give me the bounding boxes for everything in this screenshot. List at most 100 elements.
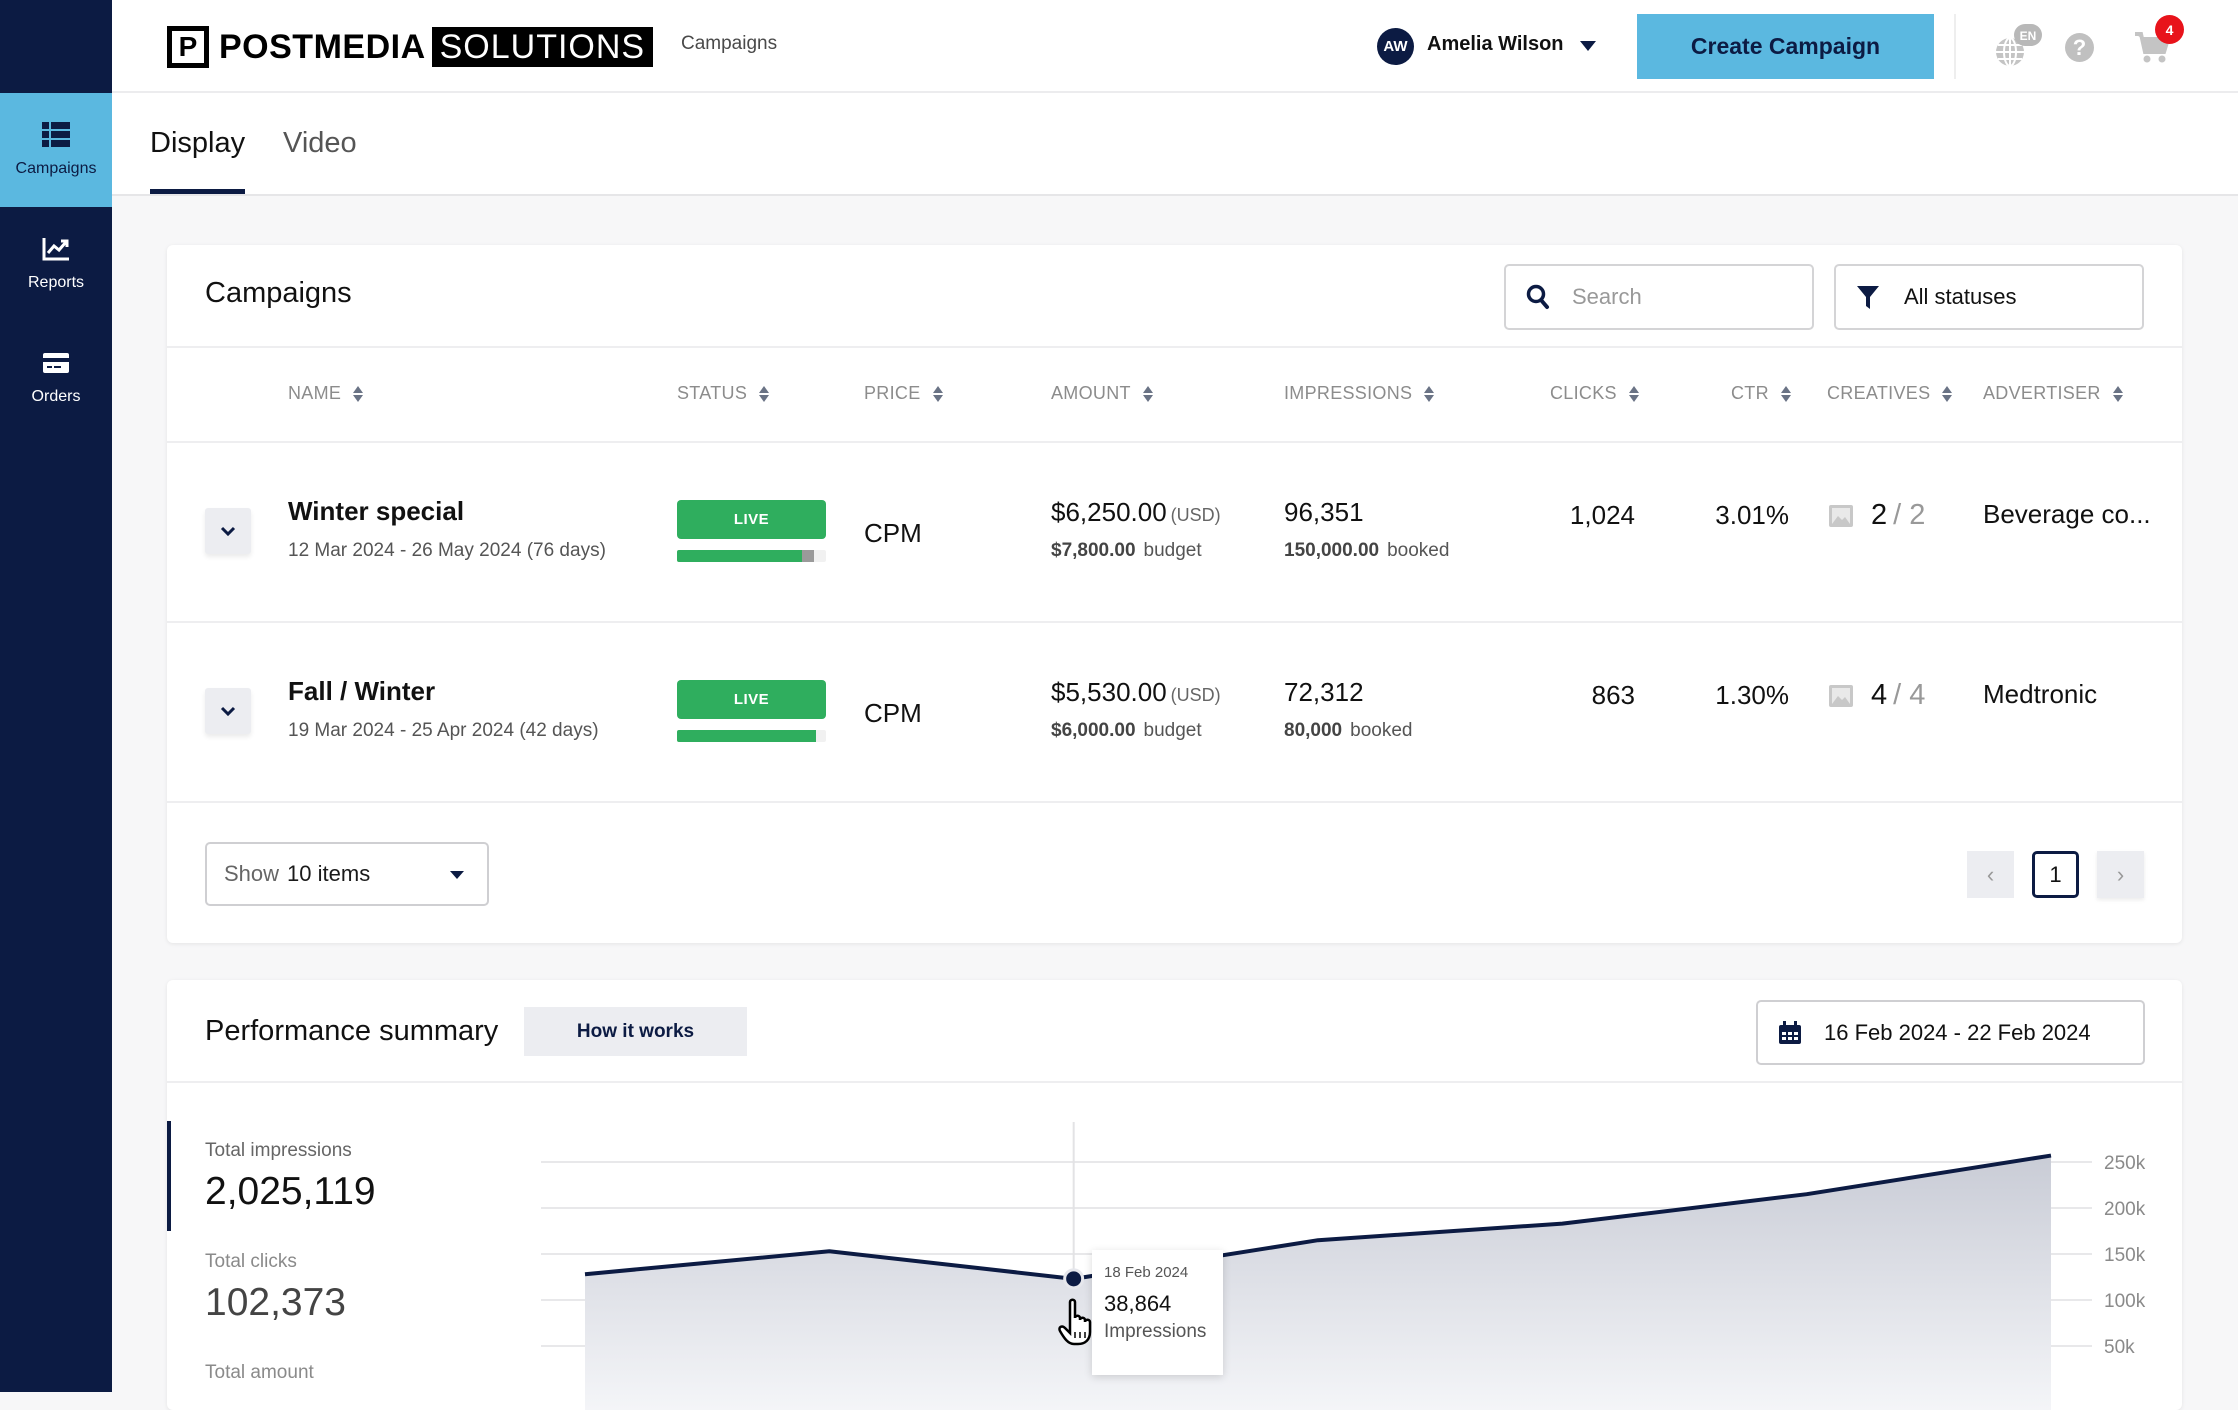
column-header-creatives[interactable]: CREATIVES bbox=[1827, 383, 1953, 404]
tab-video[interactable]: Video bbox=[283, 127, 357, 160]
logo-mark-icon: P bbox=[167, 26, 209, 68]
creatives-active: 4 bbox=[1871, 679, 1888, 711]
column-header-advertiser[interactable]: ADVERTISER bbox=[1983, 383, 2123, 404]
chart-line-icon bbox=[42, 238, 69, 261]
expand-row-button[interactable] bbox=[205, 688, 251, 734]
column-label: CTR bbox=[1731, 383, 1769, 403]
creatives: 2 / 2 bbox=[1829, 499, 1925, 532]
status-filter-dropdown[interactable]: All statuses bbox=[1834, 264, 2144, 330]
y-tick-label: 50k bbox=[2104, 1337, 2135, 1358]
sidebar-item-reports[interactable]: Reports bbox=[0, 207, 112, 321]
budget-label: budget bbox=[1143, 540, 1202, 561]
cart-count-badge: 4 bbox=[2155, 15, 2184, 44]
chart-tooltip: 18 Feb 2024 38,864 Impressions bbox=[1092, 1250, 1223, 1375]
budget-value: $7,800.00 bbox=[1051, 540, 1136, 561]
amount: $6,250.00 (USD) bbox=[1051, 497, 1221, 528]
column-header-amount[interactable]: AMOUNT bbox=[1051, 383, 1153, 404]
metric-label-impressions[interactable]: Total impressions bbox=[205, 1140, 352, 1162]
table-row[interactable]: Fall / Winter 19 Mar 2024 - 25 Apr 2024 … bbox=[167, 622, 2182, 802]
impressions: 72,312 bbox=[1284, 677, 1364, 707]
progress-fill bbox=[677, 730, 816, 742]
tooltip-date: 18 Feb 2024 bbox=[1104, 1264, 1189, 1281]
expand-row-button[interactable] bbox=[205, 508, 251, 554]
divider bbox=[167, 346, 2182, 348]
sort-icon bbox=[1628, 385, 1639, 403]
column-header-impressions[interactable]: IMPRESSIONS bbox=[1284, 383, 1435, 404]
currency: (USD) bbox=[1170, 505, 1221, 525]
table-row[interactable]: Winter special 12 Mar 2024 - 26 May 2024… bbox=[167, 442, 2182, 622]
sidebar-item-orders[interactable]: Orders bbox=[0, 321, 112, 435]
user-menu-caret-icon[interactable] bbox=[1580, 41, 1596, 51]
how-it-works-button[interactable]: How it works bbox=[524, 1007, 747, 1056]
performance-title: Performance summary bbox=[205, 1015, 499, 1047]
divider bbox=[167, 1081, 2182, 1083]
page-1-button[interactable]: 1 bbox=[2032, 851, 2079, 898]
y-tick-label: 150k bbox=[2104, 1245, 2146, 1266]
column-header-clicks[interactable]: CLICKS bbox=[1550, 383, 1639, 404]
create-campaign-button[interactable]: Create Campaign bbox=[1637, 14, 1934, 79]
page-size-select[interactable]: Show 10 items bbox=[205, 842, 489, 906]
help-icon[interactable]: ? bbox=[2065, 33, 2094, 62]
sidebar: Campaigns Reports Orders bbox=[0, 0, 112, 1392]
caret-down-icon bbox=[450, 871, 464, 879]
tab-display[interactable]: Display bbox=[150, 127, 245, 160]
user-name[interactable]: Amelia Wilson bbox=[1427, 33, 1564, 56]
avatar[interactable]: AW bbox=[1377, 28, 1414, 65]
creatives-active: 2 bbox=[1871, 499, 1888, 531]
advertiser: Beverage co... bbox=[1983, 499, 2151, 529]
metric-label-clicks[interactable]: Total clicks bbox=[205, 1251, 297, 1273]
series-line-impressions bbox=[584, 1153, 2052, 1281]
price-model: CPM bbox=[864, 698, 922, 728]
area-fill bbox=[585, 1155, 2051, 1410]
booked-label: booked bbox=[1350, 720, 1413, 741]
column-label: PRICE bbox=[864, 383, 921, 403]
tooltip-label: Impressions bbox=[1104, 1321, 1207, 1342]
column-label: ADVERTISER bbox=[1983, 383, 2101, 403]
prev-page-button[interactable]: ‹ bbox=[1967, 851, 2014, 898]
campaigns-title: Campaigns bbox=[205, 277, 352, 309]
performance-summary-card: Performance summary How it works 16 Feb … bbox=[167, 980, 2182, 1410]
column-header-price[interactable]: PRICE bbox=[864, 383, 943, 404]
budget-progress-bar bbox=[677, 550, 826, 562]
metric-value-clicks[interactable]: 102,373 bbox=[205, 1281, 346, 1325]
next-page-button[interactable]: › bbox=[2097, 851, 2144, 898]
sidebar-item-label: Orders bbox=[31, 388, 81, 405]
filter-funnel-icon bbox=[1857, 286, 1879, 309]
page-size-value: 10 items bbox=[287, 861, 371, 886]
booked-value: 80,000 bbox=[1284, 720, 1343, 741]
search-input[interactable] bbox=[1572, 284, 1812, 310]
postmedia-logo[interactable]: P POSTMEDIA SOLUTIONS bbox=[167, 26, 654, 68]
amount: $5,530.00 (USD) bbox=[1051, 677, 1221, 708]
sidebar-item-campaigns[interactable]: Campaigns bbox=[0, 93, 112, 207]
amount-value: $5,530.00 bbox=[1051, 677, 1167, 707]
campaigns-card: Campaigns All statuses NAME STATUS PRICE… bbox=[167, 245, 2182, 943]
progress-fill bbox=[677, 550, 803, 562]
column-header-name[interactable]: NAME bbox=[288, 383, 364, 404]
y-tick-label: 200k bbox=[2104, 1199, 2146, 1220]
chevron-down-icon bbox=[220, 706, 236, 716]
column-label: IMPRESSIONS bbox=[1284, 383, 1413, 403]
breadcrumb[interactable]: Campaigns bbox=[681, 33, 777, 55]
status-badge: LIVE bbox=[677, 680, 826, 719]
credit-card-icon bbox=[43, 353, 69, 373]
logo-mark-letter: P bbox=[178, 31, 198, 62]
sort-icon bbox=[759, 385, 770, 403]
date-range-picker[interactable]: 16 Feb 2024 - 22 Feb 2024 bbox=[1756, 1000, 2145, 1065]
column-header-status[interactable]: STATUS bbox=[677, 383, 770, 404]
sidebar-item-label: Reports bbox=[27, 274, 85, 291]
column-header-ctr[interactable]: CTR bbox=[1731, 383, 1791, 404]
impressions: 96,351 bbox=[1284, 497, 1364, 527]
language-globe-icon[interactable]: EN bbox=[1992, 20, 2042, 70]
active-metric-indicator bbox=[167, 1121, 171, 1231]
sort-icon bbox=[932, 385, 943, 403]
metric-value-impressions[interactable]: 2,025,119 bbox=[205, 1170, 376, 1214]
active-tab-indicator bbox=[150, 189, 245, 194]
column-label: NAME bbox=[288, 383, 342, 403]
metric-label-amount[interactable]: Total amount bbox=[205, 1362, 314, 1384]
image-icon bbox=[1829, 504, 1853, 527]
sort-icon bbox=[353, 385, 364, 403]
search-field[interactable] bbox=[1504, 264, 1814, 330]
campaign-name[interactable]: Fall / Winter bbox=[288, 676, 435, 707]
campaign-name[interactable]: Winter special bbox=[288, 496, 464, 527]
logo-text-solutions: SOLUTIONS bbox=[431, 27, 654, 67]
